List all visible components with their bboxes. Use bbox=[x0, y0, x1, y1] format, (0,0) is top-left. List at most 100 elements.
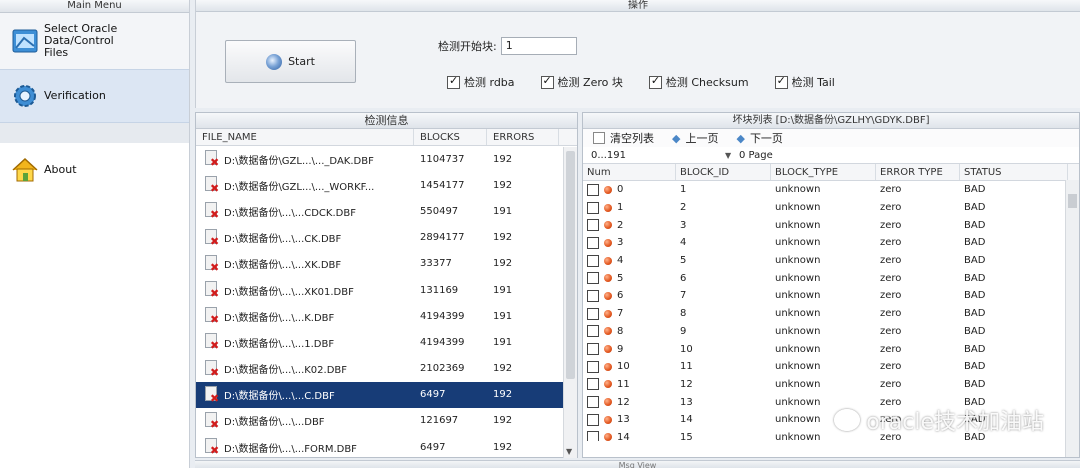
start-block-input[interactable]: 1 bbox=[500, 37, 577, 55]
file-name-text: D:\数据备份\...\...CDCK.DBF bbox=[224, 207, 356, 219]
row-checkbox[interactable] bbox=[587, 378, 599, 391]
cell-errors: 192 bbox=[493, 441, 513, 453]
main-menu-title: Main Menu bbox=[0, 0, 189, 13]
row-checkbox[interactable] bbox=[587, 272, 599, 285]
check-checksum[interactable]: 检测 Checksum bbox=[648, 74, 749, 90]
list-item[interactable]: 6 7 unknown zero BAD bbox=[583, 287, 1079, 305]
table-row[interactable]: ✖ D:\数据备份\...\...FORM.DBF 6497 192 bbox=[196, 434, 577, 457]
cell-file-name: ✖ D:\数据备份\...\...XK01.DBF bbox=[196, 281, 414, 299]
status-dot-icon bbox=[604, 415, 612, 424]
start-button[interactable]: Start bbox=[225, 40, 356, 83]
cell-block-type: unknown bbox=[775, 290, 821, 302]
check-rdba[interactable]: 检测 rdba bbox=[447, 74, 515, 90]
table-row[interactable]: ✖ D:\数据备份\...\...DBF 121697 192 bbox=[196, 408, 577, 434]
msg-view-bar[interactable]: Msg View bbox=[195, 460, 1080, 468]
file-list-scrollbar[interactable]: ▼ bbox=[563, 147, 577, 458]
table-row[interactable]: ✖ D:\数据备份\GZL...\..._DAK.DBF 1104737 192 bbox=[196, 146, 577, 172]
list-item[interactable]: 7 8 unknown zero BAD bbox=[583, 305, 1079, 323]
col-blocks[interactable]: BLOCKS bbox=[414, 129, 487, 145]
wechat-icon bbox=[834, 409, 861, 431]
page-range-select[interactable]: 0...191 bbox=[583, 150, 725, 161]
file-name-text: D:\数据备份\GZL...\..._DAK.DBF bbox=[224, 155, 374, 167]
check-zero-box[interactable] bbox=[540, 74, 554, 89]
menu-item-about[interactable]: About bbox=[0, 143, 189, 197]
row-checkbox[interactable] bbox=[587, 219, 599, 232]
check-zero[interactable]: 检测 Zero 块 bbox=[540, 74, 623, 90]
row-checkbox[interactable] bbox=[587, 325, 599, 338]
cell-block-type: unknown bbox=[775, 255, 821, 267]
cell-block-id: 4 bbox=[680, 237, 687, 249]
table-row[interactable]: ✖ D:\数据备份\...\...XK01.DBF 131169 191 bbox=[196, 277, 577, 303]
table-row[interactable]: ✖ D:\数据备份\...\...C.DBF 6497 192 bbox=[196, 381, 577, 408]
table-row[interactable]: ✖ D:\数据备份\...\...CDCK.DBF 550497 191 bbox=[196, 198, 577, 224]
clear-list-button[interactable]: 清空列表 bbox=[593, 130, 654, 146]
col-block-type[interactable]: BLOCK_TYPE bbox=[771, 164, 876, 180]
row-checkbox[interactable] bbox=[587, 413, 599, 426]
list-item[interactable]: 0 1 unknown zero BAD bbox=[583, 181, 1079, 199]
status-dot-icon bbox=[604, 203, 612, 212]
cell-block-id: 12 bbox=[680, 378, 693, 390]
col-status[interactable]: STATUS bbox=[960, 164, 1068, 180]
prev-page-button[interactable]: ◆ 上一页 bbox=[672, 130, 718, 146]
table-row[interactable]: ✖ D:\数据备份\...\...XK.DBF 33377 192 bbox=[196, 251, 577, 277]
table-row[interactable]: ✖ D:\数据备份\...\...1.DBF 4194399 191 bbox=[196, 329, 577, 355]
col-block-id[interactable]: BLOCK_ID bbox=[676, 164, 771, 180]
row-checkbox[interactable] bbox=[587, 307, 599, 320]
prev-page-label: 上一页 bbox=[685, 132, 719, 145]
page-selector[interactable]: 0...191 ▼ 0 Page bbox=[583, 147, 1079, 164]
num-text: 8 bbox=[617, 325, 624, 337]
chevron-down-icon[interactable]: ▼ bbox=[725, 151, 733, 160]
list-item[interactable]: 8 9 unknown zero BAD bbox=[583, 323, 1079, 341]
check-tail-box[interactable] bbox=[774, 74, 788, 89]
row-checkbox[interactable] bbox=[587, 236, 599, 249]
cell-num: 11 bbox=[583, 378, 676, 391]
col-num[interactable]: Num bbox=[583, 164, 676, 180]
file-error-icon: ✖ bbox=[204, 281, 220, 299]
row-checkbox[interactable] bbox=[587, 254, 599, 267]
cell-status: BAD bbox=[964, 272, 986, 284]
list-item[interactable]: 11 12 unknown zero BAD bbox=[583, 376, 1079, 394]
check-tail-label: 检测 Tail bbox=[791, 76, 835, 89]
scroll-down-icon[interactable]: ▼ bbox=[566, 447, 572, 456]
check-checksum-box[interactable] bbox=[648, 74, 662, 89]
row-checkbox[interactable] bbox=[587, 289, 599, 302]
next-page-button[interactable]: ◆ 下一页 bbox=[736, 130, 782, 146]
table-row[interactable]: ✖ D:\数据备份\GZL...\..._WORKF... 1454177 192 bbox=[196, 172, 577, 198]
list-item[interactable]: 9 10 unknown zero BAD bbox=[583, 340, 1079, 358]
bad-block-scrollbar[interactable] bbox=[1065, 180, 1079, 457]
row-checkbox[interactable] bbox=[587, 360, 599, 373]
file-list: ✖ D:\数据备份\GZL...\..._DAK.DBF 1104737 192 ✖ D:… bbox=[196, 146, 577, 457]
col-errors[interactable]: ERRORS bbox=[487, 129, 559, 145]
table-row[interactable]: ✖ D:\数据备份\...\...K02.DBF 2102369 192 bbox=[196, 356, 577, 382]
check-rdba-box[interactable] bbox=[447, 74, 460, 89]
list-item[interactable]: 3 4 unknown zero BAD bbox=[583, 234, 1079, 252]
row-checkbox[interactable] bbox=[587, 343, 599, 356]
next-page-label: 下一页 bbox=[749, 132, 783, 145]
check-tail[interactable]: 检测 Tail bbox=[774, 74, 835, 90]
menu-item-select-files[interactable]: Select Oracle Data/Control Files bbox=[0, 13, 189, 69]
cell-blocks: 4194399 bbox=[420, 336, 465, 348]
list-item[interactable]: 2 3 unknown zero BAD bbox=[583, 216, 1079, 234]
num-text: 3 bbox=[617, 237, 624, 249]
col-error-type[interactable]: ERROR TYPE bbox=[876, 164, 960, 180]
operations-panel: 操作 Start 检测开始块: 1 检测 rdba 检测 Zero 块 检测 C… bbox=[195, 0, 1080, 108]
table-row[interactable]: ✖ D:\数据备份\...\...K.DBF 4194399 191 bbox=[196, 303, 577, 329]
check-info-title: 检测信息 bbox=[196, 113, 577, 129]
row-checkbox[interactable] bbox=[587, 183, 599, 196]
list-item[interactable]: 5 6 unknown zero BAD bbox=[583, 269, 1079, 287]
list-item[interactable]: 4 5 unknown zero BAD bbox=[583, 252, 1079, 270]
list-item[interactable]: 1 2 unknown zero BAD bbox=[583, 199, 1079, 217]
col-file-name[interactable]: FILE_NAME bbox=[196, 129, 414, 145]
row-checkbox[interactable] bbox=[587, 431, 599, 441]
menu-item-verification[interactable]: Verification bbox=[0, 69, 189, 123]
cell-block-type: unknown bbox=[775, 378, 821, 390]
cell-file-name: ✖ D:\数据备份\...\...XK.DBF bbox=[196, 254, 414, 273]
row-checkbox[interactable] bbox=[587, 396, 599, 409]
scrollbar-thumb[interactable] bbox=[566, 151, 575, 379]
bad-scrollbar-thumb[interactable] bbox=[1068, 194, 1077, 208]
cell-block-type: unknown bbox=[775, 325, 821, 337]
file-name-text: D:\数据备份\GZL...\..._WORKF... bbox=[224, 181, 375, 193]
row-checkbox[interactable] bbox=[587, 201, 599, 214]
list-item[interactable]: 10 11 unknown zero BAD bbox=[583, 358, 1079, 376]
table-row[interactable]: ✖ D:\数据备份\...\...CK.DBF 2894177 192 bbox=[196, 225, 577, 251]
